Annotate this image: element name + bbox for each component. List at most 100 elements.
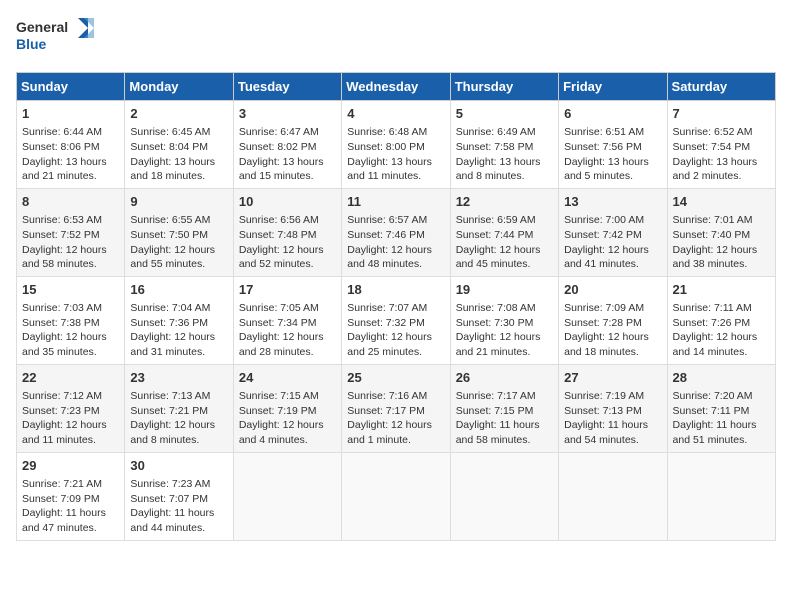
calendar-cell: 22Sunrise: 7:12 AMSunset: 7:23 PMDayligh… <box>17 364 125 452</box>
day-info-line: and 41 minutes. <box>564 257 661 272</box>
calendar-cell: 27Sunrise: 7:19 AMSunset: 7:13 PMDayligh… <box>559 364 667 452</box>
calendar-cell: 16Sunrise: 7:04 AMSunset: 7:36 PMDayligh… <box>125 276 233 364</box>
calendar-cell <box>450 452 558 540</box>
day-info-line: Sunrise: 7:04 AM <box>130 301 227 316</box>
day-info-line: and 54 minutes. <box>564 433 661 448</box>
day-info-line: Sunrise: 7:21 AM <box>22 477 119 492</box>
day-info-line: Daylight: 11 hours <box>673 418 770 433</box>
day-number: 22 <box>22 369 119 387</box>
day-info-line: Daylight: 13 hours <box>22 155 119 170</box>
day-number: 11 <box>347 193 444 211</box>
day-info-line: Daylight: 12 hours <box>456 243 553 258</box>
day-info-line: Sunset: 7:56 PM <box>564 140 661 155</box>
day-info-line: and 35 minutes. <box>22 345 119 360</box>
day-info-line: Daylight: 12 hours <box>456 330 553 345</box>
calendar-week-row: 1Sunrise: 6:44 AMSunset: 8:06 PMDaylight… <box>17 101 776 189</box>
calendar-cell <box>342 452 450 540</box>
calendar-cell <box>667 452 775 540</box>
day-info-line: Sunrise: 6:51 AM <box>564 125 661 140</box>
day-info-line: Sunset: 7:17 PM <box>347 404 444 419</box>
day-info-line: and 18 minutes. <box>564 345 661 360</box>
day-info-line: Sunrise: 7:19 AM <box>564 389 661 404</box>
day-info-line: and 48 minutes. <box>347 257 444 272</box>
day-number: 4 <box>347 105 444 123</box>
day-info-line: Sunset: 7:46 PM <box>347 228 444 243</box>
day-info-line: Sunrise: 7:11 AM <box>673 301 770 316</box>
day-info-line: Daylight: 13 hours <box>239 155 336 170</box>
day-info-line: and 38 minutes. <box>673 257 770 272</box>
day-info-line: and 4 minutes. <box>239 433 336 448</box>
day-info-line: and 47 minutes. <box>22 521 119 536</box>
day-info-line: Sunset: 7:58 PM <box>456 140 553 155</box>
day-info-line: and 55 minutes. <box>130 257 227 272</box>
day-number: 18 <box>347 281 444 299</box>
day-info-line: Daylight: 13 hours <box>130 155 227 170</box>
calendar-cell: 9Sunrise: 6:55 AMSunset: 7:50 PMDaylight… <box>125 188 233 276</box>
logo: General Blue <box>16 16 96 60</box>
day-info-line: and 2 minutes. <box>673 169 770 184</box>
page-header: General Blue <box>16 16 776 60</box>
day-info-line: Daylight: 12 hours <box>239 418 336 433</box>
calendar-cell: 4Sunrise: 6:48 AMSunset: 8:00 PMDaylight… <box>342 101 450 189</box>
svg-text:Blue: Blue <box>16 36 47 52</box>
calendar-cell: 18Sunrise: 7:07 AMSunset: 7:32 PMDayligh… <box>342 276 450 364</box>
day-info-line: Sunset: 7:11 PM <box>673 404 770 419</box>
day-number: 8 <box>22 193 119 211</box>
day-info-line: Sunrise: 7:07 AM <box>347 301 444 316</box>
day-number: 3 <box>239 105 336 123</box>
calendar-cell: 3Sunrise: 6:47 AMSunset: 8:02 PMDaylight… <box>233 101 341 189</box>
day-info-line: Daylight: 12 hours <box>22 418 119 433</box>
day-info-line: Sunset: 7:30 PM <box>456 316 553 331</box>
calendar-cell: 6Sunrise: 6:51 AMSunset: 7:56 PMDaylight… <box>559 101 667 189</box>
day-info-line: Daylight: 13 hours <box>564 155 661 170</box>
day-info-line: and 11 minutes. <box>347 169 444 184</box>
day-header-friday: Friday <box>559 73 667 101</box>
day-info-line: Sunrise: 7:00 AM <box>564 213 661 228</box>
calendar-table: SundayMondayTuesdayWednesdayThursdayFrid… <box>16 72 776 541</box>
calendar-cell: 5Sunrise: 6:49 AMSunset: 7:58 PMDaylight… <box>450 101 558 189</box>
day-info-line: Daylight: 12 hours <box>673 330 770 345</box>
calendar-cell: 28Sunrise: 7:20 AMSunset: 7:11 PMDayligh… <box>667 364 775 452</box>
day-number: 23 <box>130 369 227 387</box>
calendar-cell <box>233 452 341 540</box>
calendar-cell: 30Sunrise: 7:23 AMSunset: 7:07 PMDayligh… <box>125 452 233 540</box>
calendar-body: 1Sunrise: 6:44 AMSunset: 8:06 PMDaylight… <box>17 101 776 541</box>
day-info-line: Daylight: 13 hours <box>456 155 553 170</box>
calendar-cell: 25Sunrise: 7:16 AMSunset: 7:17 PMDayligh… <box>342 364 450 452</box>
day-info-line: Sunset: 8:02 PM <box>239 140 336 155</box>
day-info-line: Daylight: 12 hours <box>347 418 444 433</box>
day-info-line: and 44 minutes. <box>130 521 227 536</box>
day-info-line: Sunset: 7:13 PM <box>564 404 661 419</box>
day-info-line: Sunrise: 6:56 AM <box>239 213 336 228</box>
day-header-monday: Monday <box>125 73 233 101</box>
day-info-line: Daylight: 11 hours <box>22 506 119 521</box>
day-header-tuesday: Tuesday <box>233 73 341 101</box>
day-info-line: and 1 minute. <box>347 433 444 448</box>
day-number: 21 <box>673 281 770 299</box>
day-info-line: Sunrise: 7:15 AM <box>239 389 336 404</box>
calendar-cell: 20Sunrise: 7:09 AMSunset: 7:28 PMDayligh… <box>559 276 667 364</box>
day-number: 16 <box>130 281 227 299</box>
day-info-line: Daylight: 12 hours <box>347 243 444 258</box>
day-info-line: Sunrise: 7:08 AM <box>456 301 553 316</box>
calendar-cell: 13Sunrise: 7:00 AMSunset: 7:42 PMDayligh… <box>559 188 667 276</box>
day-info-line: and 15 minutes. <box>239 169 336 184</box>
day-info-line: Sunrise: 6:45 AM <box>130 125 227 140</box>
day-info-line: Sunrise: 6:57 AM <box>347 213 444 228</box>
day-info-line: Sunset: 8:06 PM <box>22 140 119 155</box>
day-info-line: Sunset: 7:26 PM <box>673 316 770 331</box>
day-info-line: Sunrise: 7:13 AM <box>130 389 227 404</box>
day-info-line: Daylight: 12 hours <box>564 330 661 345</box>
calendar-cell: 26Sunrise: 7:17 AMSunset: 7:15 PMDayligh… <box>450 364 558 452</box>
day-number: 20 <box>564 281 661 299</box>
calendar-header-row: SundayMondayTuesdayWednesdayThursdayFrid… <box>17 73 776 101</box>
day-info-line: Sunset: 8:00 PM <box>347 140 444 155</box>
day-header-sunday: Sunday <box>17 73 125 101</box>
calendar-week-row: 22Sunrise: 7:12 AMSunset: 7:23 PMDayligh… <box>17 364 776 452</box>
day-info-line: and 28 minutes. <box>239 345 336 360</box>
day-info-line: Sunset: 7:50 PM <box>130 228 227 243</box>
day-header-wednesday: Wednesday <box>342 73 450 101</box>
calendar-week-row: 29Sunrise: 7:21 AMSunset: 7:09 PMDayligh… <box>17 452 776 540</box>
day-number: 28 <box>673 369 770 387</box>
day-info-line: and 8 minutes. <box>130 433 227 448</box>
